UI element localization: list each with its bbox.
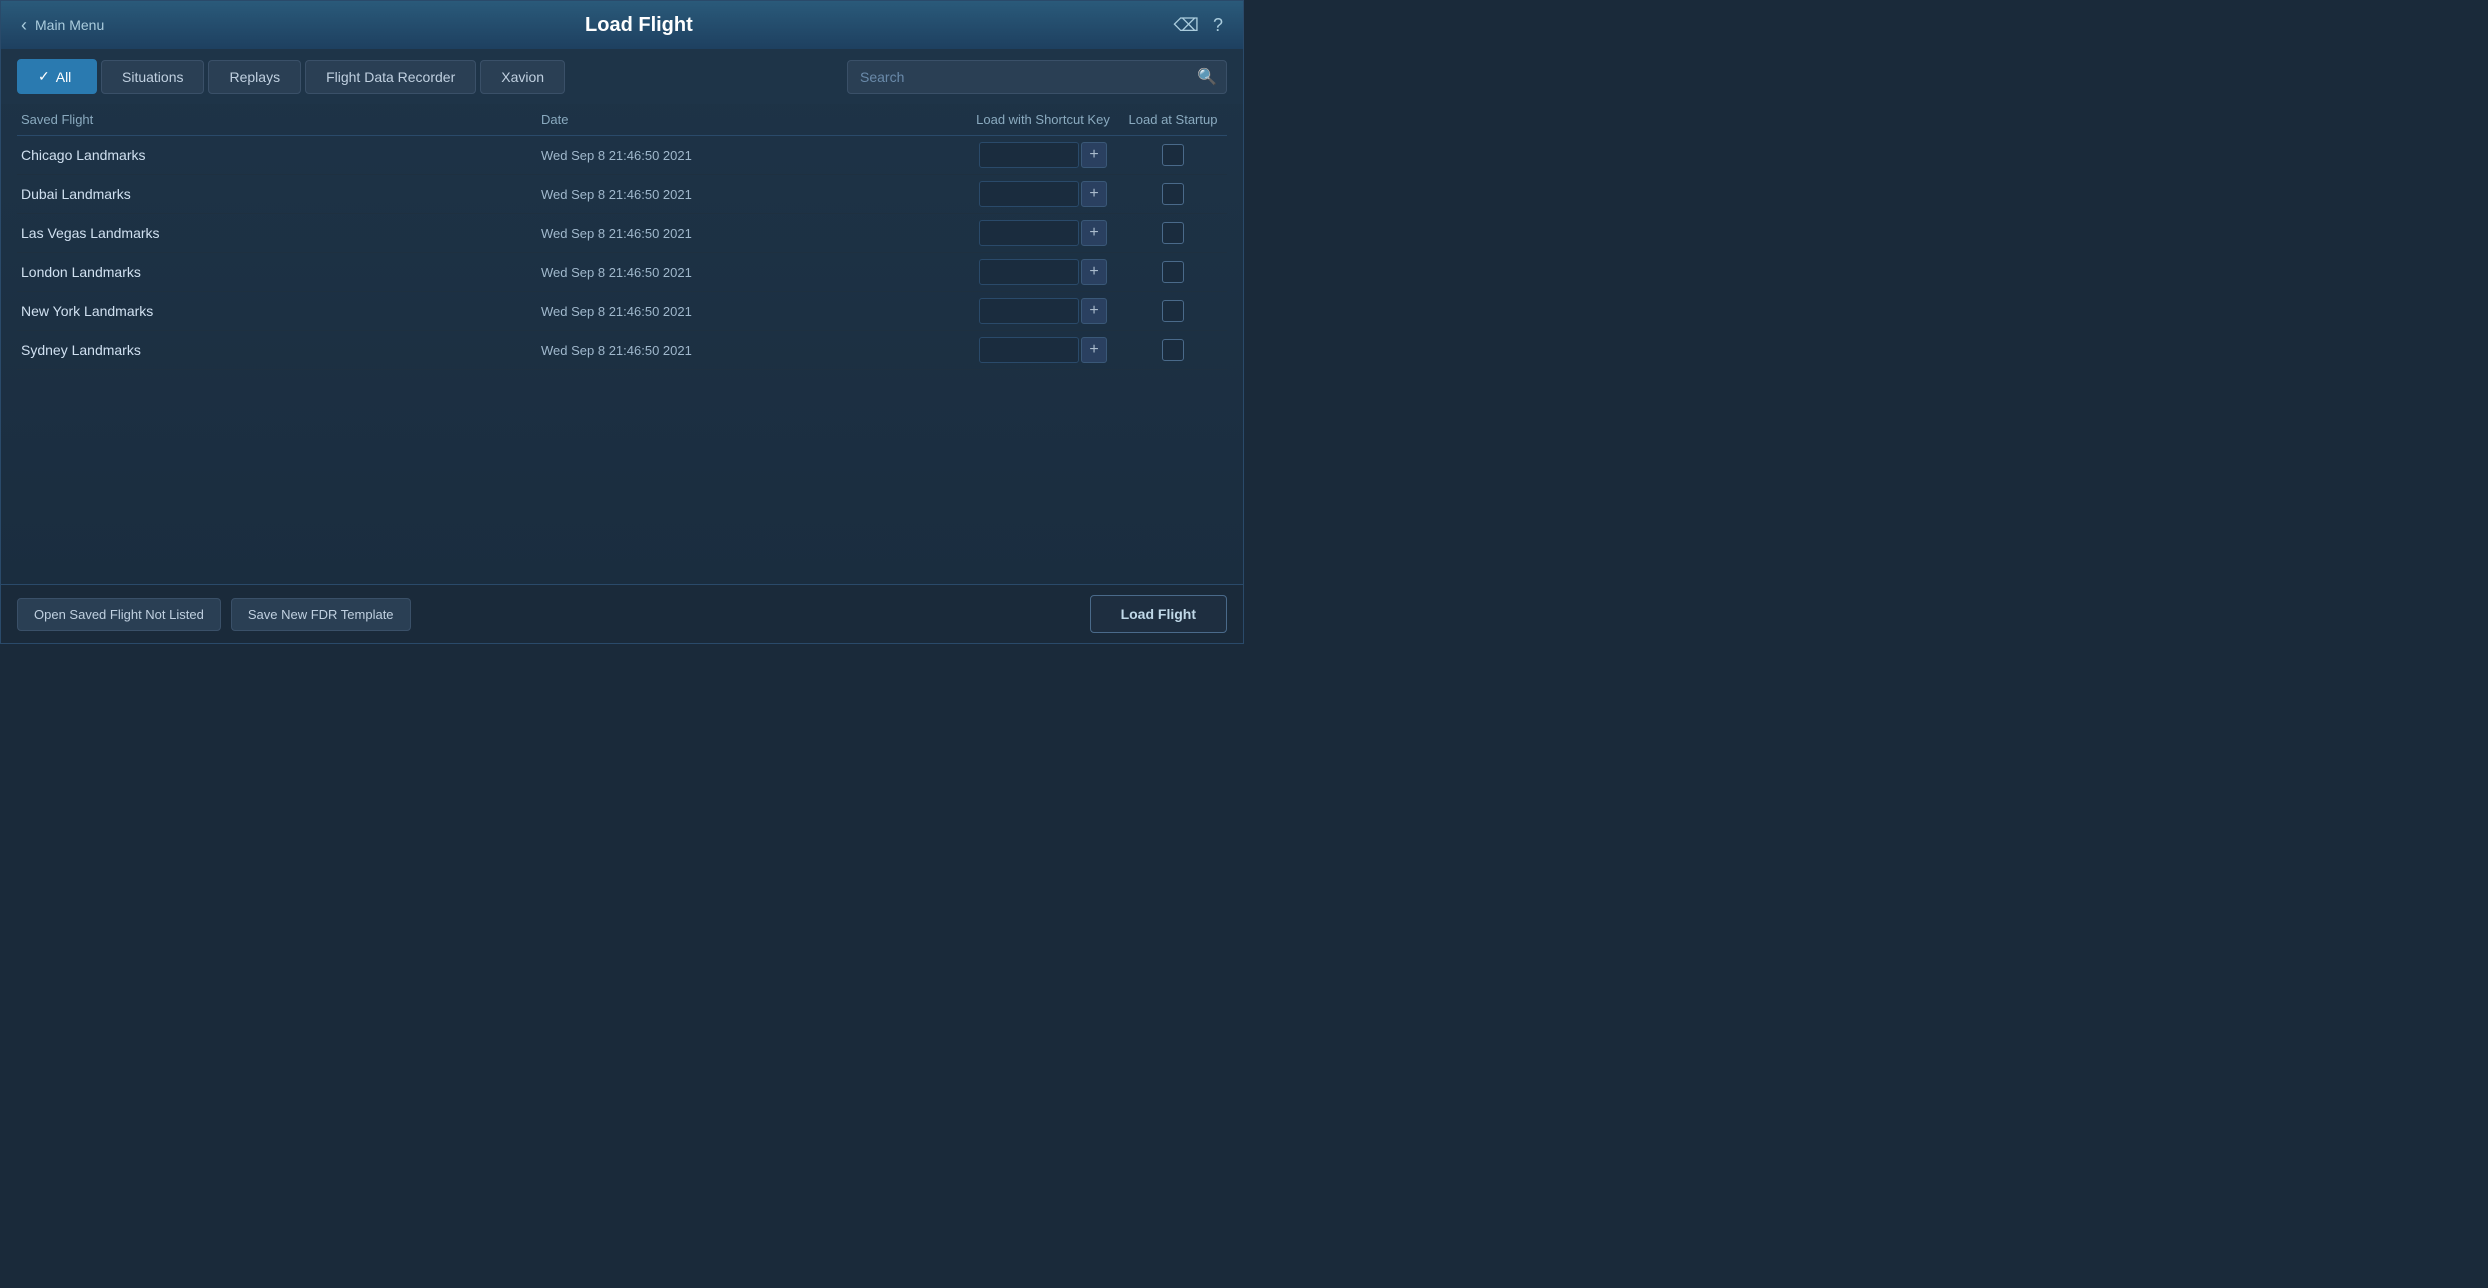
tab-situations[interactable]: Situations [101, 60, 204, 94]
shortcut-add-icon[interactable]: + [1081, 298, 1107, 324]
table-row[interactable]: Dubai Landmarks Wed Sep 8 21:46:50 2021 … [17, 175, 1227, 214]
shortcut-add-icon[interactable]: + [1081, 259, 1107, 285]
shortcut-input[interactable] [979, 298, 1079, 324]
row-name: Sydney Landmarks [21, 342, 541, 358]
tab-bar: All Situations Replays Flight Data Recor… [1, 49, 1243, 104]
row-name: Las Vegas Landmarks [21, 225, 541, 241]
row-date: Wed Sep 8 21:46:50 2021 [541, 187, 963, 202]
table-row[interactable]: New York Landmarks Wed Sep 8 21:46:50 20… [17, 292, 1227, 331]
shortcut-add-icon[interactable]: + [1081, 181, 1107, 207]
row-shortcut-cell: + [963, 220, 1123, 246]
back-label: Main Menu [35, 17, 104, 33]
tab-xavion[interactable]: Xavion [480, 60, 565, 94]
row-startup-cell [1123, 183, 1223, 205]
help-icon[interactable]: ? [1213, 15, 1223, 36]
table-row[interactable]: Las Vegas Landmarks Wed Sep 8 21:46:50 2… [17, 214, 1227, 253]
shortcut-container: + [979, 142, 1107, 168]
row-startup-cell [1123, 339, 1223, 361]
shortcut-input[interactable] [979, 220, 1079, 246]
header-shortcut: Load with Shortcut Key [963, 112, 1123, 127]
title-bar-actions: ⌫ ? [1174, 15, 1223, 36]
tab-replays[interactable]: Replays [208, 60, 301, 94]
table-row[interactable]: Chicago Landmarks Wed Sep 8 21:46:50 202… [17, 136, 1227, 175]
row-date: Wed Sep 8 21:46:50 2021 [541, 226, 963, 241]
table-row[interactable]: London Landmarks Wed Sep 8 21:46:50 2021… [17, 253, 1227, 292]
load-flight-button[interactable]: Load Flight [1090, 595, 1227, 633]
title-bar: ‹ Main Menu Load Flight ⌫ ? [1, 1, 1243, 49]
footer: Open Saved Flight Not Listed Save New FD… [1, 584, 1243, 643]
row-date: Wed Sep 8 21:46:50 2021 [541, 343, 963, 358]
tab-all[interactable]: All [17, 59, 97, 94]
table-header: Saved Flight Date Load with Shortcut Key… [17, 104, 1227, 136]
startup-checkbox[interactable] [1162, 144, 1184, 166]
tab-fdr[interactable]: Flight Data Recorder [305, 60, 476, 94]
row-name: London Landmarks [21, 264, 541, 280]
shortcut-container: + [979, 220, 1107, 246]
startup-checkbox[interactable] [1162, 222, 1184, 244]
shortcut-container: + [979, 337, 1107, 363]
table-body: Chicago Landmarks Wed Sep 8 21:46:50 202… [17, 136, 1227, 584]
search-icon: 🔍 [1197, 67, 1217, 87]
shortcut-input[interactable] [979, 181, 1079, 207]
shortcut-container: + [979, 298, 1107, 324]
startup-checkbox[interactable] [1162, 339, 1184, 361]
save-fdr-button[interactable]: Save New FDR Template [231, 598, 411, 631]
shortcut-input[interactable] [979, 259, 1079, 285]
page-title: Load Flight [104, 14, 1173, 37]
shortcut-add-icon[interactable]: + [1081, 220, 1107, 246]
header-startup: Load at Startup [1123, 112, 1223, 127]
row-shortcut-cell: + [963, 298, 1123, 324]
shortcut-container: + [979, 259, 1107, 285]
row-shortcut-cell: + [963, 181, 1123, 207]
search-input[interactable] [847, 60, 1227, 94]
shortcut-input[interactable] [979, 142, 1079, 168]
row-startup-cell [1123, 222, 1223, 244]
content-area: Saved Flight Date Load with Shortcut Key… [1, 104, 1243, 584]
header-date: Date [541, 112, 963, 127]
row-date: Wed Sep 8 21:46:50 2021 [541, 265, 963, 280]
row-startup-cell [1123, 300, 1223, 322]
row-shortcut-cell: + [963, 259, 1123, 285]
row-date: Wed Sep 8 21:46:50 2021 [541, 304, 963, 319]
row-shortcut-cell: + [963, 142, 1123, 168]
back-icon: ‹ [21, 15, 27, 36]
open-not-listed-button[interactable]: Open Saved Flight Not Listed [17, 598, 221, 631]
settings-icon[interactable]: ⌫ [1174, 15, 1199, 36]
main-window: ‹ Main Menu Load Flight ⌫ ? All Situatio… [0, 0, 1244, 644]
back-nav[interactable]: ‹ Main Menu [21, 15, 104, 36]
search-wrapper: 🔍 [847, 60, 1227, 94]
startup-checkbox[interactable] [1162, 261, 1184, 283]
startup-checkbox[interactable] [1162, 300, 1184, 322]
row-name: Chicago Landmarks [21, 147, 541, 163]
startup-checkbox[interactable] [1162, 183, 1184, 205]
row-name: Dubai Landmarks [21, 186, 541, 202]
row-date: Wed Sep 8 21:46:50 2021 [541, 148, 963, 163]
row-shortcut-cell: + [963, 337, 1123, 363]
shortcut-container: + [979, 181, 1107, 207]
row-name: New York Landmarks [21, 303, 541, 319]
table-row[interactable]: Sydney Landmarks Wed Sep 8 21:46:50 2021… [17, 331, 1227, 370]
row-startup-cell [1123, 261, 1223, 283]
header-saved-flight: Saved Flight [21, 112, 541, 127]
shortcut-add-icon[interactable]: + [1081, 337, 1107, 363]
shortcut-add-icon[interactable]: + [1081, 142, 1107, 168]
row-startup-cell [1123, 144, 1223, 166]
shortcut-input[interactable] [979, 337, 1079, 363]
